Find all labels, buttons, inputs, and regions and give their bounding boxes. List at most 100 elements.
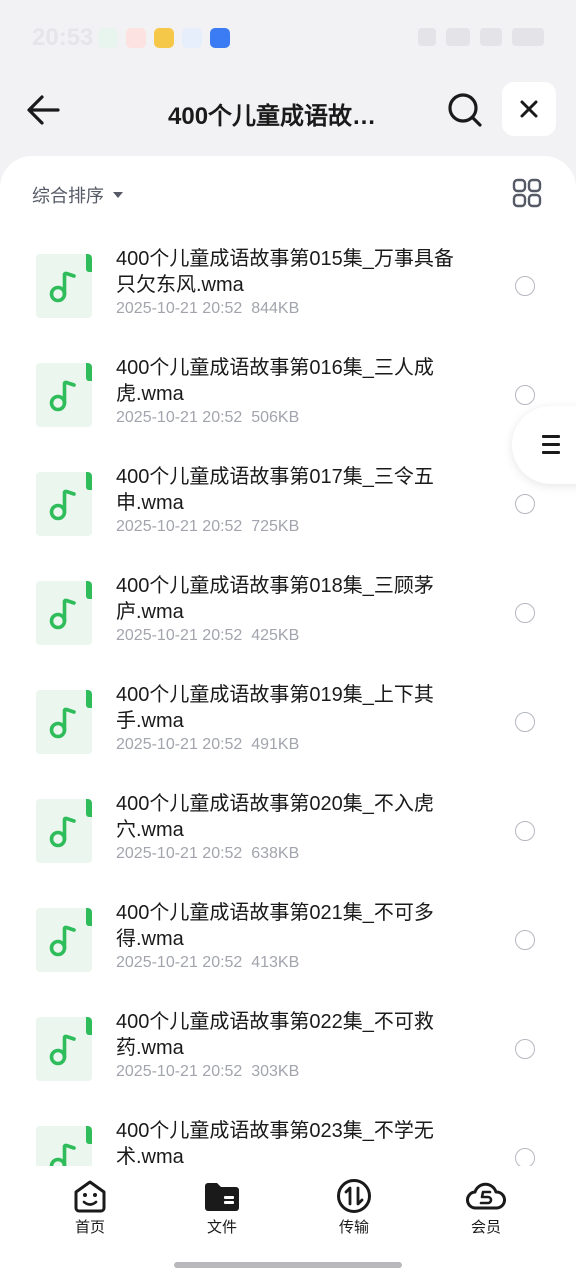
membership-cloud-icon [466, 1182, 506, 1210]
top-app-bar: 400个儿童成语故… [0, 76, 576, 156]
app-icon-3 [154, 28, 174, 48]
select-radio[interactable] [515, 930, 535, 950]
file-date: 2025-10-21 20:52 [116, 518, 243, 535]
audio-file-thumbnail [36, 363, 92, 427]
tab-home-label: 首页 [74, 1219, 105, 1236]
select-radio[interactable] [515, 821, 535, 841]
file-date: 2025-10-21 20:52 [116, 845, 243, 862]
file-list-item[interactable]: 400个儿童成语故事第018集_三顾茅庐.wma 2025-10-21 20:52… [0, 559, 576, 668]
select-radio[interactable] [515, 712, 535, 732]
file-name: 400个儿童成语故事第016集_三人成虎.wma [116, 357, 434, 405]
file-meta: 2025-10-21 20:52 491KB [116, 736, 299, 754]
select-radio[interactable] [515, 494, 535, 514]
file-date: 2025-10-21 20:52 [116, 1063, 243, 1080]
notification-icons [98, 28, 230, 48]
file-meta: 2025-10-21 20:52 725KB [116, 518, 299, 536]
file-list-panel: 综合排序 400个儿童成语故事第015集_万事具备只欠东风.wma 2025-10… [0, 156, 576, 1280]
sort-dropdown[interactable]: 综合排序 [32, 182, 124, 208]
file-size: 303KB [251, 1063, 300, 1080]
audio-file-thumbnail [36, 799, 92, 863]
file-corner-mark [86, 581, 92, 599]
zhihu-icon [210, 28, 230, 48]
bottom-nav: 首页 文件 传输 会员 [0, 1166, 576, 1280]
status-time: 20:53 [32, 24, 94, 51]
file-size: 413KB [251, 954, 300, 971]
file-name: 400个儿童成语故事第023集_不学无术.wma [116, 1120, 434, 1166]
file-size: 506KB [251, 409, 300, 426]
folder-icon [205, 1183, 239, 1211]
music-note-icon [49, 271, 76, 303]
transfer-icon [337, 1179, 371, 1213]
select-radio[interactable] [515, 276, 535, 296]
file-corner-mark [86, 1017, 92, 1035]
close-button[interactable] [502, 82, 556, 136]
back-button[interactable] [22, 90, 66, 130]
search-icon [448, 93, 482, 127]
sort-label: 综合排序 [32, 186, 104, 206]
file-meta: 2025-10-21 20:52 638KB [116, 845, 299, 863]
file-list-item[interactable]: 400个儿童成语故事第020集_不入虎穴.wma 2025-10-21 20:52… [0, 777, 576, 886]
audio-file-thumbnail [36, 581, 92, 645]
file-name: 400个儿童成语故事第022集_不可救药.wma [116, 1011, 434, 1059]
audio-file-thumbnail [36, 254, 92, 318]
file-date: 2025-10-21 20:52 [116, 736, 243, 753]
select-radio[interactable] [515, 1148, 535, 1166]
system-icons [418, 28, 544, 46]
home-smile-icon [74, 1180, 106, 1213]
file-size: 491KB [251, 736, 300, 753]
file-corner-mark [86, 799, 92, 817]
signal-icon [480, 28, 502, 46]
file-size: 425KB [251, 627, 300, 644]
file-corner-mark [86, 908, 92, 926]
file-date: 2025-10-21 20:52 [116, 409, 243, 426]
file-corner-mark [86, 1126, 92, 1144]
file-corner-mark [86, 472, 92, 490]
music-note-icon [49, 598, 76, 630]
music-note-icon [49, 707, 76, 739]
file-list-item[interactable]: 400个儿童成语故事第016集_三人成虎.wma 2025-10-21 20:52… [0, 341, 576, 450]
file-list-item[interactable]: 400个儿童成语故事第021集_不可多得.wma 2025-10-21 20:52… [0, 886, 576, 995]
file-list-item[interactable]: 400个儿童成语故事第015集_万事具备只欠东风.wma 2025-10-21 2… [0, 232, 576, 341]
file-list: 400个儿童成语故事第015集_万事具备只欠东风.wma 2025-10-21 2… [0, 232, 576, 1166]
file-size: 844KB [251, 300, 300, 317]
music-note-icon [49, 816, 76, 848]
file-date: 2025-10-21 20:52 [116, 627, 243, 644]
tab-membership[interactable]: 会员 [446, 1178, 526, 1237]
select-radio[interactable] [515, 1039, 535, 1059]
tab-home[interactable]: 首页 [50, 1178, 130, 1237]
file-size: 725KB [251, 518, 300, 535]
tab-files[interactable]: 文件 [182, 1178, 262, 1237]
search-button[interactable] [444, 88, 486, 132]
app-icon-2 [126, 28, 146, 48]
file-list-item[interactable]: 400个儿童成语故事第022集_不可救药.wma 2025-10-21 20:52… [0, 995, 576, 1104]
file-name: 400个儿童成语故事第020集_不入虎穴.wma [116, 793, 434, 841]
file-meta: 2025-10-21 20:52 506KB [116, 409, 299, 427]
file-list-item[interactable]: 400个儿童成语故事第023集_不学无术.wma2025-10-21 20:52 [0, 1104, 576, 1166]
tab-transfer-label: 传输 [338, 1219, 369, 1236]
select-radio[interactable] [515, 603, 535, 623]
audio-file-thumbnail [36, 472, 92, 536]
tab-transfer[interactable]: 传输 [314, 1178, 394, 1237]
file-list-item[interactable]: 400个儿童成语故事第017集_三令五申.wma 2025-10-21 20:52… [0, 450, 576, 559]
file-corner-mark [86, 254, 92, 272]
file-date: 2025-10-21 20:52 [116, 300, 243, 317]
file-list-item[interactable]: 400个儿童成语故事第019集_上下其手.wma 2025-10-21 20:52… [0, 668, 576, 777]
music-note-icon [49, 380, 76, 412]
menu-icon [542, 435, 560, 459]
file-name: 400个儿童成语故事第017集_三令五申.wma [116, 466, 434, 514]
music-note-icon [49, 489, 76, 521]
battery-icon [512, 28, 544, 46]
file-name: 400个儿童成语故事第015集_万事具备只欠东风.wma [116, 248, 454, 296]
music-note-icon [49, 1034, 76, 1066]
network-speed-icon [446, 28, 470, 46]
select-radio[interactable] [515, 385, 535, 405]
home-indicator[interactable] [174, 1262, 402, 1268]
caret-down-icon [113, 192, 123, 198]
file-size: 638KB [251, 845, 300, 862]
file-name: 400个儿童成语故事第019集_上下其手.wma [116, 684, 434, 732]
grid-view-button[interactable] [512, 178, 542, 208]
audio-file-thumbnail [36, 1017, 92, 1081]
file-meta: 2025-10-21 20:52 425KB [116, 627, 299, 645]
music-note-icon [49, 1143, 76, 1166]
tab-membership-label: 会员 [470, 1219, 501, 1236]
